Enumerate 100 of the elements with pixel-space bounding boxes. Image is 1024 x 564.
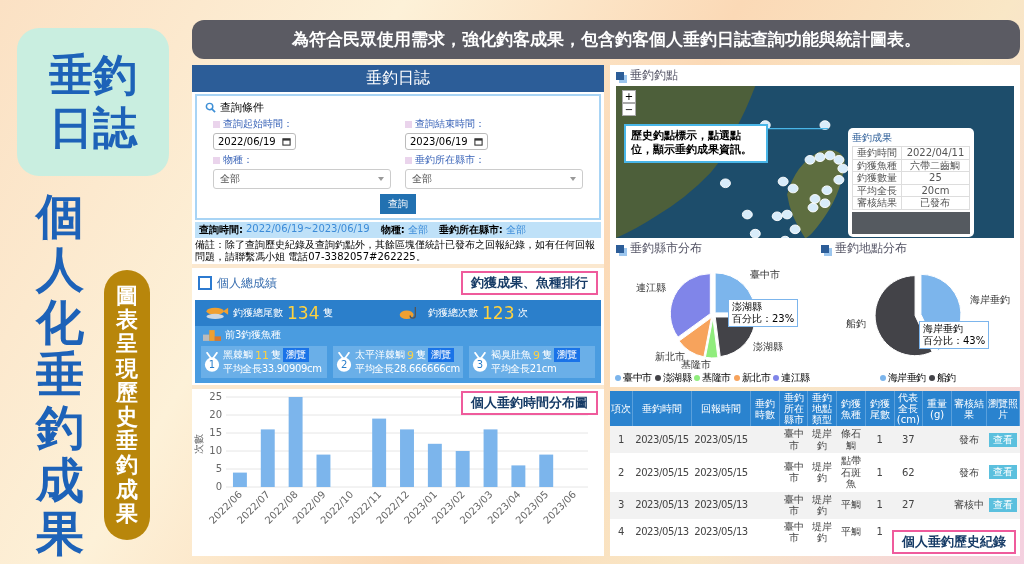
species-name: 褐臭肚魚	[490, 348, 531, 362]
popup-label: 釣獲魚種	[852, 159, 902, 172]
legend-dot	[654, 375, 661, 381]
popup-label: 審核結果	[852, 196, 902, 209]
table-cell: 1	[876, 466, 883, 478]
label-marker	[213, 120, 220, 128]
bar	[539, 454, 554, 487]
tooltip-value: 百分比：43%	[923, 335, 986, 347]
table-cell: 2023/05/15	[694, 433, 748, 445]
table-cell: 2023/05/13	[635, 499, 689, 511]
slice-label: 新北市	[654, 350, 685, 362]
browse-button[interactable]: 瀏覽	[553, 348, 580, 362]
summary-value: 2022/06/19~2023/06/19	[246, 223, 370, 236]
bar	[260, 429, 275, 487]
browse-button[interactable]: 瀏覽	[428, 348, 455, 362]
table-cell: 臺中市	[783, 520, 804, 543]
table-cell: 堤岸釣	[812, 460, 833, 484]
legend-label: 基隆市	[702, 371, 731, 385]
slice-label: 連江縣	[635, 281, 666, 293]
bar	[483, 429, 498, 487]
journal-header: 垂釣日誌	[192, 65, 604, 92]
species-unit: 隻	[541, 348, 552, 362]
y-tick: 0	[215, 481, 222, 492]
rank-number: 2	[339, 360, 349, 370]
popup-value: 20cm	[901, 184, 970, 197]
legend-dot	[733, 375, 740, 381]
average-length: 平均全長21cm	[490, 362, 558, 376]
label-marker	[405, 156, 412, 164]
average-length: 平均全長28.666666cm	[355, 362, 460, 376]
caret-icon	[378, 177, 384, 181]
slice-label: 海岸垂釣	[969, 294, 1010, 306]
table-cell: 3	[618, 499, 625, 511]
popup-value: 25	[901, 171, 970, 184]
summary-value: 全部	[505, 223, 526, 237]
table-cell: 平鯛	[840, 499, 861, 511]
table-cell: 1	[876, 499, 883, 511]
total-unit: 隻	[323, 306, 334, 320]
table-cell: 堤岸釣	[812, 520, 833, 543]
table-cell: 平鯛	[840, 526, 861, 538]
zoom-button[interactable]: +	[622, 90, 636, 103]
table-cell: 臺中市	[783, 460, 804, 484]
date-field[interactable]: 2023/06/19	[405, 133, 488, 150]
stats-title: 個人總成績	[217, 274, 278, 292]
bar	[316, 454, 331, 487]
map-callout: 歷史釣點標示，點選點位，顯示垂釣成果資訊。	[624, 124, 768, 163]
y-tick: 25	[209, 391, 222, 402]
square-icon	[616, 244, 624, 253]
callout-label: 個人垂釣時間分布圖	[461, 391, 598, 415]
bar	[427, 443, 442, 487]
average-length: 平均全長33.90909cm	[223, 362, 322, 376]
popup-value: 已發布	[901, 196, 970, 209]
fish-icon	[203, 306, 229, 320]
tooltip-value: 百分比：23%	[732, 313, 795, 325]
banner: 為符合民眾使用需求，強化釣客成果，包含釣客個人垂釣日誌查詢功能與統計圖表。	[192, 20, 1020, 59]
column-header: 垂釣地點類型	[807, 391, 837, 426]
column-header: 審核結果	[951, 391, 987, 426]
legend-dot	[879, 375, 886, 381]
query-button[interactable]: 查詢	[380, 194, 416, 214]
table-cell: 2023/05/13	[694, 526, 748, 538]
popup-label: 垂釣時間	[852, 146, 902, 159]
table-cell: 臺中市	[783, 428, 804, 451]
total-label: 釣獲總次數	[428, 306, 478, 320]
table-cell: 2023/05/13	[694, 499, 748, 511]
note-text: 備註：除了查詢歷史紀錄及查詢釣點外，其餘區塊僅統計已發布之回報紀錄，如有任何回報問題，請聯繫馮小姐 電話07-3382057#262225。	[194, 238, 596, 264]
column-header: 釣獲尾數	[865, 391, 894, 426]
legend-dot	[694, 375, 701, 381]
browse-button[interactable]: 瀏覽	[283, 348, 309, 362]
rank-number: 3	[475, 360, 485, 370]
table-cell: 37	[902, 433, 915, 445]
top-heading: 前3釣獲魚種	[225, 328, 282, 342]
bar	[400, 429, 414, 487]
table-cell: 4	[618, 526, 625, 538]
select-field[interactable]: 全部	[405, 169, 583, 189]
table-cell: 2023/05/13	[635, 526, 689, 538]
y-axis-label: 次數	[193, 434, 204, 454]
date-field[interactable]: 2022/06/19	[213, 133, 296, 150]
chart-title: 垂釣縣市分布	[630, 240, 702, 257]
table-cell: 2023/05/15	[635, 466, 689, 478]
bar	[455, 451, 470, 487]
y-tick: 15	[209, 427, 222, 438]
legend-dot	[615, 375, 622, 381]
legend-label: 澎湖縣	[662, 371, 692, 385]
tooltip-title: 海岸垂釣	[923, 323, 964, 335]
zoom-button[interactable]: −	[622, 103, 636, 116]
medal-icon	[336, 352, 353, 372]
table-cell: 堤岸釣	[812, 493, 833, 516]
table-cell: 發布	[959, 433, 979, 445]
y-tick: 5	[215, 463, 222, 474]
table-cell: 發布	[959, 466, 979, 478]
species-unit: 隻	[271, 348, 281, 362]
table-cell: 1	[876, 526, 883, 538]
column-header: 項次	[610, 391, 633, 426]
tooltip-title: 澎湖縣	[732, 301, 763, 313]
species-count: 9	[532, 348, 540, 362]
species-count: 9	[407, 348, 415, 362]
species-name: 黑棘鯛	[223, 348, 253, 362]
select-field[interactable]: 全部	[213, 169, 391, 189]
legend-label: 臺中市	[623, 371, 652, 385]
map-title: 垂釣釣點	[630, 67, 678, 84]
table-cell: 1	[618, 433, 625, 445]
